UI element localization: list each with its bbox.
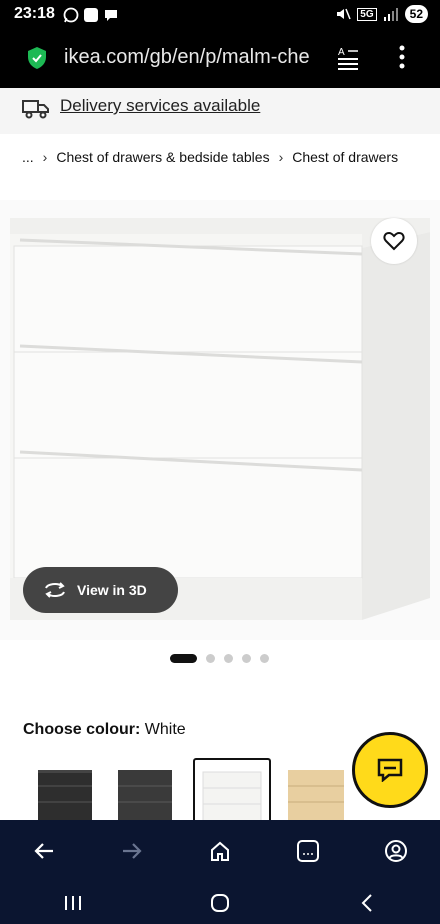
system-navigation-bar (0, 882, 440, 924)
app-notification-icon (84, 8, 98, 22)
oak-chest-image (288, 770, 344, 820)
chat-support-button[interactable] (352, 732, 428, 808)
chevron-right-icon: › (278, 149, 284, 165)
breadcrumb-ellipsis[interactable]: ... (22, 149, 34, 165)
pagination-dot[interactable] (260, 654, 269, 663)
chat-notification-icon (105, 10, 117, 21)
colour-selector-heading: Choose colour: White (23, 721, 186, 739)
network-type: 5G (357, 7, 377, 21)
notification-icons (63, 7, 119, 23)
breadcrumb: ... › Chest of drawers & bedside tables … (22, 149, 398, 165)
status-bar: 23:18 5G 52 (0, 0, 440, 30)
reader-mode-icon[interactable]: A (336, 45, 360, 71)
breadcrumb-item[interactable]: Chest of drawers & bedside tables (56, 149, 269, 165)
whatsapp-icon (63, 7, 79, 23)
more-options-icon[interactable] (396, 44, 408, 70)
rotate-3d-icon (45, 582, 65, 598)
swatch-dark-grey[interactable] (114, 758, 192, 820)
system-back-button[interactable] (293, 882, 440, 924)
account-icon (385, 840, 407, 862)
chevron-right-icon: › (42, 149, 48, 165)
chevron-left-icon (361, 894, 372, 912)
browser-address-bar: ikea.com/gb/en/p/malm-che A (0, 30, 440, 88)
view-in-3d-label: View in 3D (77, 582, 147, 598)
mute-icon (337, 8, 351, 20)
pagination-dot[interactable] (242, 654, 251, 663)
black-brown-chest-image (38, 770, 92, 820)
browser-toolbar (0, 820, 440, 882)
forward-button[interactable] (88, 820, 176, 882)
white-chest-image (202, 771, 262, 820)
system-icons: 5G 52 (335, 5, 428, 23)
tabs-button[interactable] (264, 820, 352, 882)
choose-colour-label: Choose colour: (23, 721, 141, 738)
chat-bubble-icon (377, 758, 403, 782)
home-button[interactable] (176, 820, 264, 882)
selected-colour: White (144, 721, 186, 738)
status-time: 23:18 (14, 5, 55, 22)
swatch-black-brown[interactable] (34, 758, 112, 820)
svg-text:A: A (338, 47, 345, 58)
home-icon (211, 841, 229, 861)
secure-shield-icon[interactable] (26, 46, 48, 70)
account-button[interactable] (352, 820, 440, 882)
recent-apps-icon (65, 896, 82, 910)
recent-apps-button[interactable] (0, 882, 147, 924)
home-circle-icon (211, 894, 229, 912)
url-text[interactable]: ikea.com/gb/en/p/malm-che (64, 46, 322, 69)
swatch-white[interactable] (193, 758, 271, 820)
heart-icon (383, 231, 405, 251)
pagination-dot-active[interactable] (170, 654, 197, 663)
delivery-link[interactable]: Delivery services available (60, 96, 260, 116)
truck-icon (22, 100, 49, 119)
breadcrumb-item[interactable]: Chest of drawers (292, 149, 398, 165)
arrow-right-icon (123, 843, 142, 859)
image-pagination (170, 654, 269, 663)
delivery-banner: Delivery services available (0, 88, 440, 134)
tabs-icon (297, 840, 319, 862)
swatch-oak-veneer[interactable] (284, 758, 362, 820)
arrow-left-icon (34, 843, 53, 859)
system-home-button[interactable] (147, 882, 294, 924)
battery-level: 52 (404, 5, 428, 23)
view-in-3d-button[interactable]: View in 3D (23, 567, 178, 613)
signal-icon (383, 8, 398, 21)
dark-grey-chest-image (118, 770, 172, 820)
back-button[interactable] (0, 820, 88, 882)
pagination-dot[interactable] (206, 654, 215, 663)
pagination-dot[interactable] (224, 654, 233, 663)
save-to-favourites-button[interactable] (371, 218, 417, 264)
